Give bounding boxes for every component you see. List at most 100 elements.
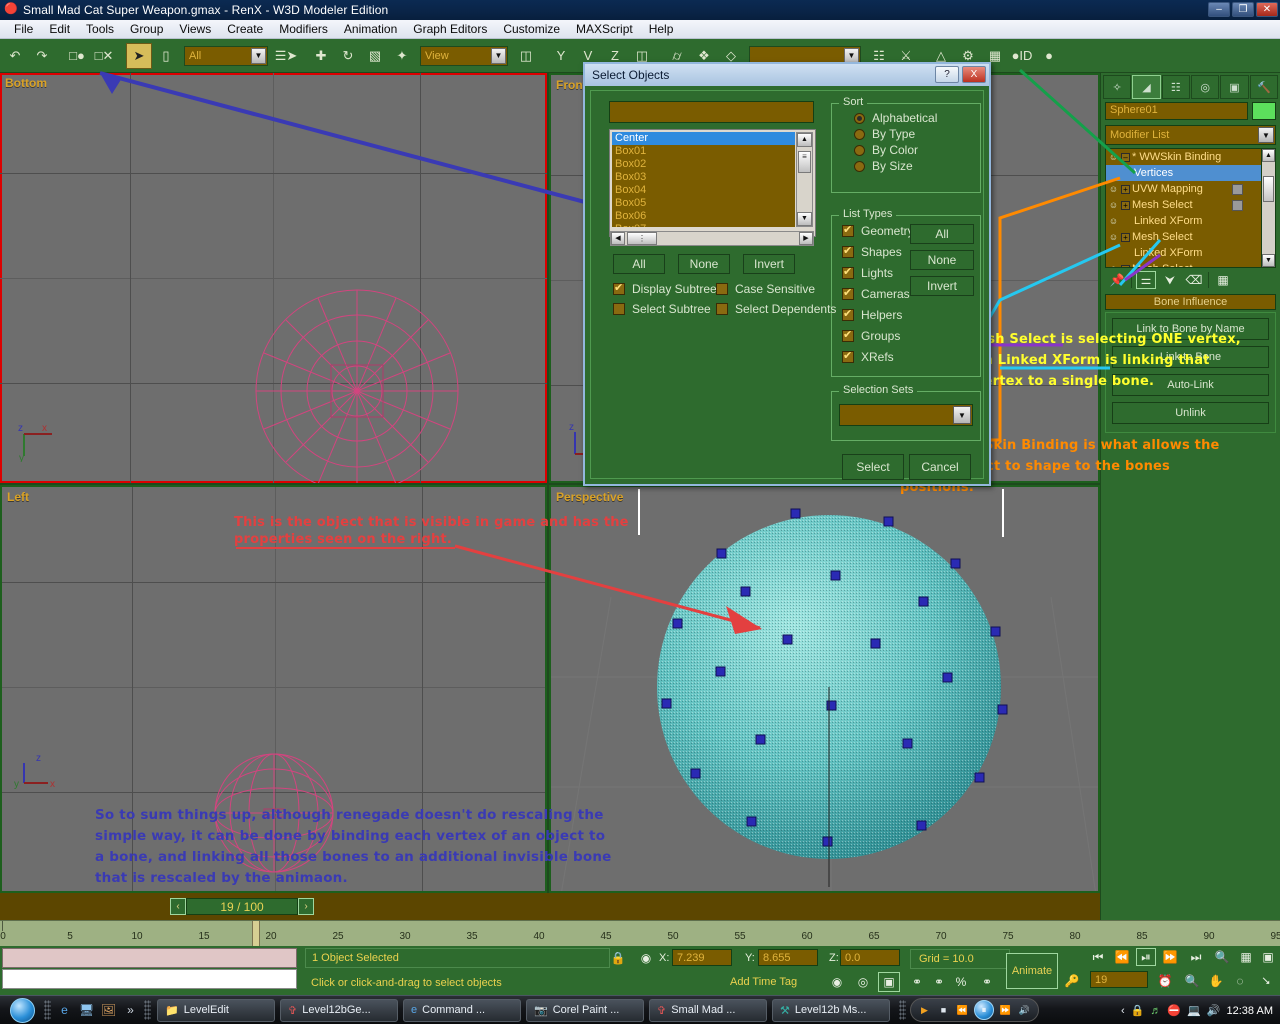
chevron-down-icon[interactable]: ▼ [1258, 127, 1274, 143]
light-bulb-icon[interactable]: ☺ [1108, 264, 1119, 268]
list-types-all-button[interactable]: All [910, 224, 974, 244]
maxscript-mini-listener-output[interactable] [2, 948, 297, 968]
rectangular-select-icon[interactable]: ▯ [153, 43, 179, 69]
close-icon[interactable]: X [962, 66, 986, 83]
speaker-icon[interactable]: 🔊 [1207, 1004, 1221, 1017]
snap-toggle-icon[interactable]: ◉ [826, 972, 848, 992]
time-slider-handle[interactable] [252, 921, 260, 946]
modifier-list-dropdown[interactable]: Modifier List ▼ [1105, 125, 1276, 145]
wmp-icon[interactable]: ▶ [917, 1003, 932, 1018]
taskbar-item-small-mad[interactable]: ✞ Small Mad ... [649, 999, 767, 1022]
show-end-result-icon[interactable]: ⚌ [1136, 271, 1156, 289]
modifier-stack-row[interactable]: ☺ – * WWSkin Binding [1106, 149, 1261, 165]
sort-by-size-radio[interactable]: By Size [854, 158, 980, 174]
pan-icon[interactable]: ✋ [1206, 972, 1226, 990]
object-color-swatch[interactable] [1252, 102, 1276, 120]
render-scene-icon[interactable]: ● [1036, 43, 1062, 69]
percent-snap-icon[interactable]: ▣ [878, 972, 900, 992]
display-tab[interactable]: ▣ [1220, 75, 1248, 99]
unlink-icon[interactable]: □✕ [91, 43, 117, 69]
spinner-icon[interactable]: ⚭ [978, 972, 996, 992]
unlink-button[interactable]: Unlink [1112, 402, 1269, 424]
next-frame-button[interactable]: › [298, 898, 314, 915]
photo-viewer-icon[interactable]: 🖼 [100, 1002, 117, 1019]
light-bulb-icon[interactable]: ☺ [1108, 216, 1119, 227]
list-item[interactable]: Box06 [612, 210, 795, 223]
expand-icon[interactable]: + [1121, 265, 1130, 268]
manipulate-icon[interactable]: ✦ [389, 43, 415, 69]
previous-frame-button[interactable]: ‹ [170, 898, 186, 915]
sort-by-color-radio[interactable]: By Color [854, 142, 980, 158]
expand-icon[interactable]: + [1121, 185, 1130, 194]
object-list[interactable]: Center Box01 Box02 Box03 Box04 Box05 Box… [612, 132, 795, 227]
safely-remove-icon[interactable]: 🔒 [1131, 1004, 1145, 1017]
modifier-stack[interactable]: ☺ – * WWSkin Binding Vertices ☺ + UVW Ma… [1105, 148, 1276, 268]
light-bulb-icon[interactable]: ☺ [1108, 232, 1119, 243]
goto-end-icon[interactable]: ⏭ [1186, 948, 1206, 966]
motion-tab[interactable]: ◎ [1191, 75, 1219, 99]
material-id-icon[interactable]: ●ID [1009, 43, 1035, 69]
maximize-viewport-icon[interactable]: ⭨ [1256, 972, 1276, 990]
object-list-vertical-scrollbar[interactable]: ▲ ≡ ▼ [796, 132, 813, 227]
list-types-invert-button[interactable]: Invert [910, 276, 974, 296]
modifier-stack-row[interactable]: ☺ + Mesh Select [1106, 261, 1261, 267]
lock-selection-icon[interactable]: 🔒 [610, 949, 626, 967]
pause-icon[interactable]: ⏸ [974, 1000, 994, 1020]
arc-rotate-icon[interactable]: ◌ [1230, 972, 1250, 990]
use-pivot-center-icon[interactable]: ◫ [513, 43, 539, 69]
list-type-helpers-checkbox[interactable]: Helpers [842, 307, 980, 323]
select-button[interactable]: Select [842, 454, 904, 480]
redo-icon[interactable]: ↷ [29, 43, 55, 69]
list-type-xrefs-checkbox[interactable]: XRefs [842, 349, 980, 365]
zoom-icon[interactable]: 🔍 [1212, 948, 1232, 966]
modify-tab[interactable]: ◢ [1132, 75, 1160, 99]
mirror-x-icon[interactable]: Y [548, 43, 574, 69]
menu-help[interactable]: Help [641, 21, 682, 37]
media-toolbar-grip[interactable] [899, 1000, 906, 1020]
current-frame-field[interactable]: 19 / 100 [186, 898, 298, 915]
select-subtree-checkbox[interactable]: Select Subtree [613, 301, 711, 317]
scroll-left-icon[interactable]: ◀ [611, 232, 625, 245]
menu-create[interactable]: Create [219, 21, 271, 37]
add-time-tag-button[interactable]: Add Time Tag [722, 972, 819, 992]
pin-stack-icon[interactable]: 📌 [1107, 271, 1127, 289]
name-search-input[interactable] [609, 101, 814, 123]
menu-file[interactable]: File [6, 21, 41, 37]
messenger-icon[interactable]: ♬ [1150, 1005, 1161, 1017]
configure-modifier-sets-icon[interactable]: ▦ [1213, 271, 1233, 289]
modifier-stack-scrollbar[interactable]: ▲ ▼ [1261, 149, 1275, 267]
named-select-icon[interactable]: ⚭ [930, 972, 948, 992]
bone-influence-rollout-header[interactable]: Bone Influence [1105, 294, 1276, 310]
scroll-thumb[interactable]: ≡ [798, 151, 811, 173]
modifier-stack-row[interactable]: ☺ + Mesh Select [1106, 229, 1261, 245]
hierarchy-tab[interactable]: ☷ [1162, 75, 1190, 99]
zoom-extents-icon[interactable]: ▣ [1258, 948, 1278, 966]
volume-icon[interactable]: 🔊 [1017, 1003, 1032, 1018]
modifier-stack-row[interactable]: Linked XForm [1106, 245, 1261, 261]
list-item[interactable]: Box04 [612, 184, 795, 197]
scroll-up-icon[interactable]: ▲ [1262, 149, 1275, 162]
scroll-down-icon[interactable]: ▼ [1262, 254, 1275, 267]
security-icon[interactable]: ⛔ [1167, 1004, 1181, 1017]
chevron-down-icon[interactable]: ▼ [491, 48, 506, 64]
viewport-label-left[interactable]: Left [7, 490, 29, 504]
track-bar-ruler[interactable]: 0 5 10 15 20 25 30 35 40 45 50 55 60 65 … [0, 920, 1280, 946]
quick-launch-grip[interactable] [44, 1000, 51, 1020]
display-subtree-checkbox[interactable]: Display Subtree [613, 281, 717, 297]
start-button[interactable] [0, 997, 44, 1024]
minimize-button[interactable]: – [1208, 2, 1230, 17]
animate-button[interactable]: Animate [1006, 953, 1058, 989]
goto-start-icon[interactable]: ⏮ [1088, 948, 1108, 966]
select-object-icon[interactable]: ➤ [126, 43, 152, 69]
chevron-down-icon[interactable]: ▼ [251, 48, 266, 64]
list-type-groups-checkbox[interactable]: Groups [842, 328, 980, 344]
help-button[interactable]: ? [935, 66, 959, 83]
internet-explorer-icon[interactable]: e [56, 1002, 73, 1019]
z-coordinate-field[interactable]: 0.0 [840, 949, 900, 966]
light-bulb-icon[interactable]: ☺ [1108, 200, 1119, 211]
remove-modifier-icon[interactable]: ⌫ [1184, 271, 1204, 289]
chevron-down-icon[interactable]: ▼ [953, 406, 971, 424]
object-name-field[interactable]: Sphere01 [1105, 102, 1248, 120]
menu-animation[interactable]: Animation [336, 21, 405, 37]
select-scale-icon[interactable]: ▧ [362, 43, 388, 69]
